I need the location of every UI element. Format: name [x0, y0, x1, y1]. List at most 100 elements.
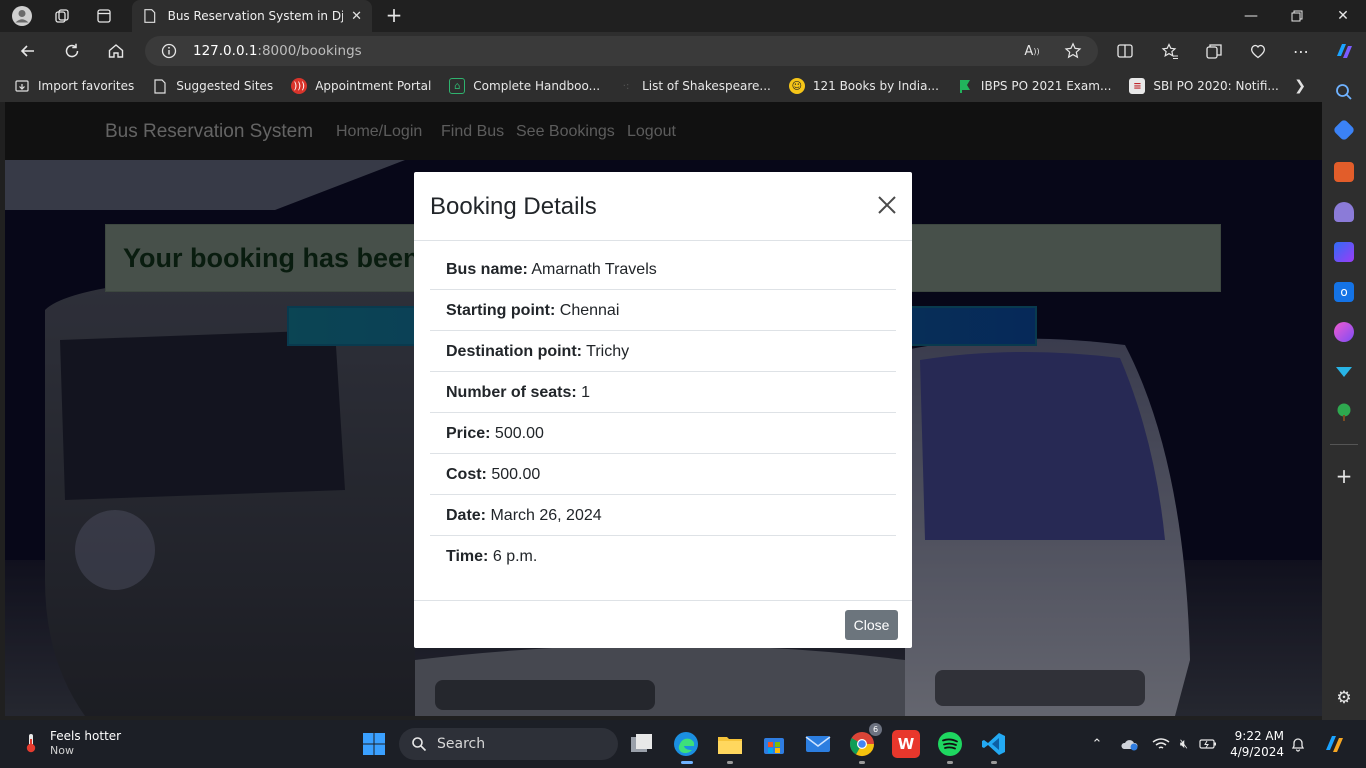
page-viewport: Bus Reservation System Home/Login Find B… — [5, 102, 1322, 716]
search-icon[interactable] — [1334, 82, 1354, 102]
smile-icon: ☺ — [788, 78, 805, 94]
detail-destination-point: Destination point: Trichy — [430, 331, 896, 372]
home-icon[interactable] — [104, 39, 128, 63]
tab-actions-icon[interactable] — [92, 4, 116, 28]
favorite-121-books[interactable]: ☺ 121 Books by India... — [788, 78, 939, 94]
collections-icon[interactable] — [1202, 39, 1226, 63]
detail-date: Date: March 26, 2024 — [430, 495, 896, 536]
close-window-icon[interactable]: ✕ — [1320, 0, 1366, 32]
favorite-import[interactable]: Import favorites — [14, 78, 134, 94]
favorite-star-icon[interactable] — [1061, 39, 1085, 63]
taskbar-search[interactable]: Search — [399, 728, 618, 760]
booking-details-modal: Booking Details Bus name: Amarnath Trave… — [414, 172, 912, 648]
weather-widget[interactable]: Feels hotter Now — [20, 728, 121, 757]
favorite-suggested-sites[interactable]: Suggested Sites — [152, 78, 273, 94]
address-bar-row: 127.0.0.1:8000/bookings A)) ⋯ — [0, 32, 1366, 70]
chrome-icon[interactable]: 6 — [848, 723, 882, 758]
tools-icon[interactable] — [1334, 162, 1354, 182]
office-icon[interactable] — [1334, 242, 1354, 262]
chrome-badge: 6 — [869, 723, 882, 736]
designer-icon[interactable] — [1334, 322, 1354, 342]
copilot-taskbar-icon[interactable] — [1322, 732, 1346, 756]
weather-subtitle: Now — [50, 744, 74, 757]
clock-time: 9:22 AM — [1234, 729, 1284, 743]
favorite-handbook[interactable]: ⌂ Complete Handboo... — [449, 78, 600, 94]
weather-title: Feels hotter — [50, 729, 122, 743]
edge-app-icon[interactable] — [672, 730, 700, 758]
favorite-shakespeare[interactable]: ·: List of Shakespeare... — [618, 78, 771, 94]
favorite-ibps[interactable]: IBPS PO 2021 Exam... — [957, 78, 1111, 94]
clock-date: 4/9/2024 — [1230, 745, 1284, 759]
favorite-sbi[interactable]: ≡ SBI PO 2020: Notifi... — [1129, 78, 1279, 94]
volume-muted-icon[interactable]: 🔇︎ — [1175, 735, 1193, 753]
games-icon[interactable] — [1334, 202, 1354, 222]
store-icon[interactable] — [760, 730, 788, 758]
spotify-open-indicator — [947, 761, 953, 764]
copilot-icon[interactable] — [1332, 39, 1356, 63]
thermometer-icon — [26, 733, 36, 752]
import-icon — [14, 78, 30, 94]
flag-icon — [957, 78, 973, 94]
back-icon[interactable] — [16, 39, 40, 63]
browser-essentials-icon[interactable] — [1246, 39, 1270, 63]
notification-bell-icon[interactable] — [1289, 735, 1307, 753]
profile-icon[interactable] — [10, 4, 34, 28]
task-view-icon[interactable] — [628, 730, 656, 758]
send-icon[interactable] — [1334, 362, 1354, 382]
sidebar-divider — [1330, 444, 1358, 445]
close-button[interactable]: Close — [845, 610, 898, 640]
split-screen-icon[interactable] — [1113, 39, 1137, 63]
site-info-icon[interactable] — [161, 43, 177, 59]
tab-close-icon[interactable]: ✕ — [351, 9, 362, 24]
shopping-tag-icon[interactable] — [1332, 118, 1356, 142]
restore-icon[interactable] — [1274, 0, 1320, 32]
windows-start-icon[interactable] — [362, 732, 386, 756]
outlook-icon[interactable]: o — [1334, 282, 1354, 302]
search-label: Search — [437, 736, 486, 752]
address-bar[interactable]: 127.0.0.1:8000/bookings — [145, 36, 1098, 66]
tree-icon[interactable] — [1334, 402, 1354, 422]
modal-footer: Close — [414, 600, 912, 648]
file-explorer-icon[interactable] — [716, 730, 744, 758]
chrome-open-indicator — [859, 761, 865, 764]
read-aloud-icon[interactable]: A)) — [1020, 39, 1044, 63]
favorite-appointment-portal[interactable]: ))) Appointment Portal — [291, 78, 431, 94]
favorites-icon[interactable] — [1158, 39, 1182, 63]
add-icon[interactable]: + — [1334, 466, 1354, 486]
wps-office-icon[interactable]: W — [892, 730, 920, 758]
detail-price: Price: 500.00 — [430, 413, 896, 454]
detail-bus-name: Bus name: Amarnath Travels — [430, 249, 896, 290]
battery-icon[interactable] — [1199, 735, 1217, 753]
mail-icon[interactable] — [804, 730, 832, 758]
dots-icon: ·: — [622, 80, 630, 92]
workspaces-icon[interactable] — [50, 4, 74, 28]
book-icon: ⌂ — [449, 78, 466, 94]
refresh-icon[interactable] — [60, 39, 84, 63]
modal-header: Booking Details — [414, 172, 912, 241]
more-menu-icon[interactable]: ⋯ — [1289, 39, 1313, 63]
settings-icon[interactable]: ⚙ — [1334, 688, 1354, 708]
onedrive-icon[interactable] — [1120, 735, 1138, 753]
wifi-logo-icon: ))) — [291, 78, 308, 94]
detail-number-of-seats: Number of seats: 1 — [430, 372, 896, 413]
modal-body: Bus name: Amarnath Travels Starting poin… — [414, 241, 912, 577]
windows-taskbar: Feels hotter Now Search 6 W ⌃ 🔇︎ 9:22 AM… — [0, 720, 1366, 768]
edge-active-indicator — [681, 761, 693, 764]
new-tab-icon[interactable]: + — [382, 4, 406, 28]
chevron-right-icon[interactable]: ❯ — [1294, 78, 1306, 94]
url-text[interactable]: 127.0.0.1:8000/bookings — [193, 43, 362, 59]
vscode-icon[interactable] — [980, 730, 1008, 758]
system-clock[interactable]: 9:22 AM 4/9/2024 — [1226, 728, 1284, 760]
tab-title: Bus Reservation System in Django — [167, 9, 344, 23]
chevron-up-icon[interactable]: ⌃ — [1088, 735, 1106, 753]
edge-sidebar: o + ⚙ — [1322, 70, 1366, 720]
spotify-icon[interactable] — [936, 730, 964, 758]
explorer-open-indicator — [727, 761, 733, 764]
minimize-icon[interactable]: — — [1228, 0, 1274, 32]
page-icon — [152, 78, 168, 94]
favorites-bar: Import favorites Suggested Sites ))) App… — [0, 70, 1322, 102]
wifi-icon[interactable] — [1152, 735, 1170, 753]
detail-cost: Cost: 500.00 — [430, 454, 896, 495]
close-icon[interactable] — [876, 194, 898, 216]
tab-active[interactable]: Bus Reservation System in Django ✕ — [132, 0, 372, 32]
